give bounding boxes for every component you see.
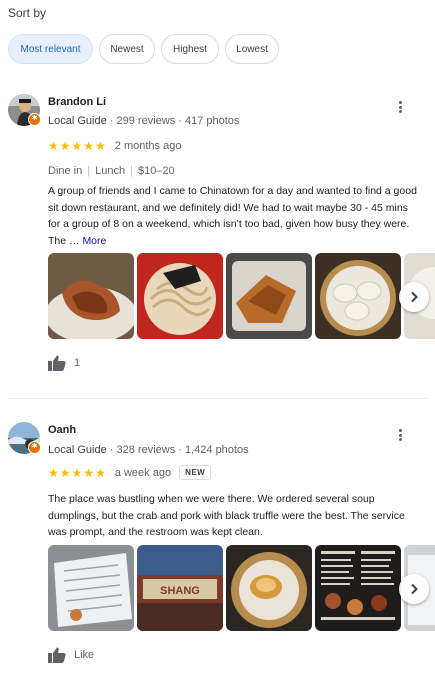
rating-row: ★★★★★ a week ago NEW [48, 465, 212, 480]
detail-price: $10–20 [137, 165, 175, 177]
star-rating: ★★★★★ [48, 465, 107, 480]
reviewer-name[interactable]: Oanh [48, 424, 76, 436]
review-time: 2 months ago [114, 140, 182, 152]
local-guide-label: Local Guide [48, 444, 107, 456]
more-options-icon[interactable] [394, 427, 406, 443]
chevron-right-icon [411, 291, 418, 303]
thumbs-up-icon [48, 647, 66, 663]
noodles-bowl-photo[interactable] [137, 253, 223, 339]
sort-lowest-chip[interactable]: Lowest [225, 34, 279, 64]
review-body: The place was bustling when we were ther… [48, 493, 405, 538]
sort-by-label: Sort by [8, 6, 47, 20]
review-text: A group of friends and I came to Chinato… [48, 183, 420, 249]
like-count: 1 [74, 357, 81, 369]
storefront-sign-photo[interactable]: SHANG [137, 545, 223, 631]
menu-photo[interactable] [48, 545, 134, 631]
rating-row: ★★★★★ 2 months ago [48, 139, 181, 153]
like-button[interactable]: Like [48, 647, 94, 663]
like-label: Like [74, 649, 95, 661]
fried-chicken-wings-photo[interactable] [48, 253, 134, 339]
meta-separator: · [109, 444, 117, 456]
thumbs-up-icon [48, 355, 66, 371]
reviewer-meta: Local Guide · 299 reviews · 417 photos [48, 115, 239, 127]
review-photos [48, 253, 435, 339]
sort-newest-chip[interactable]: Newest [99, 34, 155, 64]
review-time: a week ago [114, 466, 172, 479]
detail-service: Dine in [48, 165, 83, 177]
sort-highest-chip[interactable]: Highest [161, 34, 219, 64]
reviewer-name[interactable]: Brandon Li [48, 96, 106, 108]
menu-board-photo[interactable] [315, 545, 401, 631]
reviewer-stats-text: 299 reviews · 417 photos [116, 115, 240, 127]
next-photo-button[interactable] [399, 574, 429, 604]
reviewer-stats: · [109, 115, 117, 127]
reviewer-stats-text: 328 reviews · 1,424 photos [116, 444, 249, 456]
new-badge: NEW [179, 465, 212, 480]
sort-most-relevant-chip[interactable]: Most relevant [8, 34, 93, 64]
local-guide-badge-icon: ✱ [28, 113, 41, 126]
reviewer-meta: Local Guide · 328 reviews · 1,424 photos [48, 444, 249, 456]
sort-options: Most relevant Newest Highest Lowest [8, 34, 279, 64]
soup-dumplings-photo[interactable] [226, 545, 312, 631]
review-text: The place was bustling when we were ther… [48, 491, 420, 541]
svg-text:SHANG: SHANG [160, 585, 200, 597]
star-rating: ★★★★★ [48, 139, 107, 153]
review-photos: SHANG [48, 545, 435, 631]
more-options-icon[interactable] [394, 99, 406, 115]
scallion-pancake-photo[interactable] [226, 253, 312, 339]
local-guide-badge-icon: ✱ [28, 441, 41, 454]
like-button[interactable]: 1 [48, 355, 80, 371]
more-link[interactable]: More [82, 235, 106, 247]
local-guide-label: Local Guide [48, 115, 107, 127]
visit-details: Dine in | Lunch | $10–20 [48, 165, 175, 177]
detail-meal: Lunch [95, 165, 126, 177]
dumplings-steamer-photo[interactable] [315, 253, 401, 339]
chevron-right-icon [411, 583, 418, 595]
next-photo-button[interactable] [399, 282, 429, 312]
review-divider [8, 398, 427, 399]
